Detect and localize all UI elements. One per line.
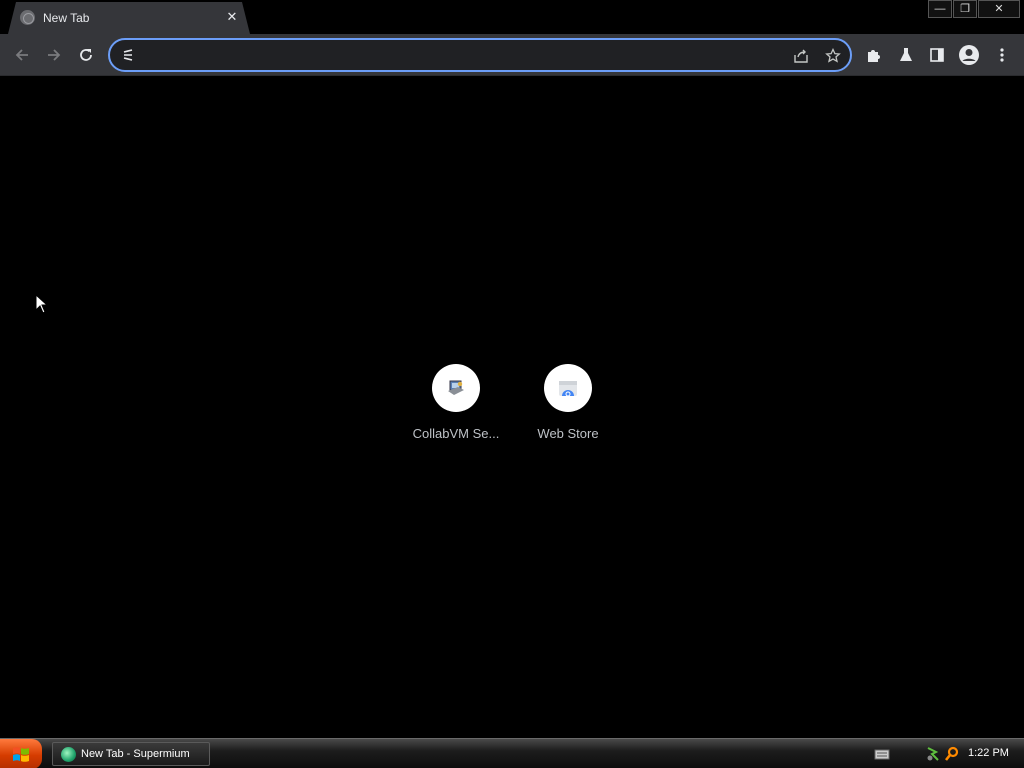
tab-title: New Tab [43,11,90,25]
minimize-button[interactable]: — [928,0,952,18]
forward-arrow-icon[interactable] [41,42,67,68]
close-window-button[interactable]: ✕ [978,0,1020,18]
reload-icon[interactable] [73,42,99,68]
shortcut-label: Web Store [537,426,599,441]
taskbar-item-label: New Tab - Supermium [81,748,190,760]
windows-logo-icon [13,747,29,762]
clock[interactable]: 1:22 PM [968,747,1009,759]
menu-kebab-icon[interactable] [989,42,1015,68]
start-button[interactable] [0,739,42,768]
site-info-icon[interactable] [120,47,136,63]
supermium-icon [61,747,76,762]
tab-close-button[interactable]: ✕ [222,7,242,27]
tab-new-tab[interactable]: New Tab ✕ [8,2,250,34]
address-bar[interactable] [108,38,852,72]
collabvm-icon [432,364,480,412]
bookmark-star-icon[interactable] [822,45,844,67]
back-arrow-icon[interactable] [9,42,35,68]
shortcut-web-store[interactable]: Web Store [512,360,624,450]
keyboard-icon[interactable] [874,747,890,766]
desktop-screen: New Tab ✕ — ❐ ✕ CollabVM Se... Web Store… [0,0,1024,768]
browser-toolbar [0,34,1024,76]
tab-strip: New Tab ✕ — ❐ ✕ [0,0,1024,34]
side-panel-icon[interactable] [924,42,950,68]
web-store-icon [544,364,592,412]
network-icon[interactable] [926,746,940,767]
globe-icon [20,10,35,25]
extensions-puzzle-icon[interactable] [861,42,887,68]
system-tray: 1:22 PM [864,739,1024,768]
restore-button[interactable]: ❐ [953,0,977,18]
shortcut-label: CollabVM Se... [412,426,500,441]
address-input[interactable] [144,45,784,65]
mouse-cursor-icon [35,293,49,319]
search-magnifier-icon[interactable] [944,746,960,767]
share-icon[interactable] [790,45,812,67]
labs-flask-icon[interactable] [893,42,919,68]
taskbar: New Tab - Supermium 1:22 PM [0,738,1024,768]
profile-avatar-icon[interactable] [956,42,982,68]
shortcut-collabvm[interactable]: CollabVM Se... [400,360,512,450]
taskbar-item-supermium[interactable]: New Tab - Supermium [52,742,210,766]
